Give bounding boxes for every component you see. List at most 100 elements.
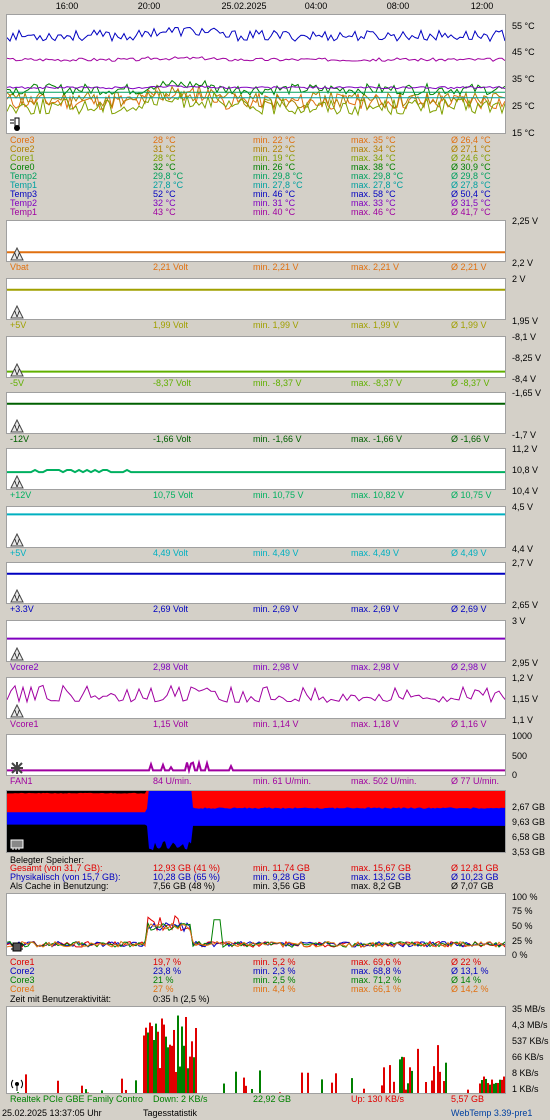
fan-plot (7, 759, 505, 775)
network-bar (489, 1084, 491, 1093)
voltage-current: -8,37 Volt (153, 378, 192, 388)
cpu-scale-label: 0 % (512, 950, 528, 960)
voltage-avg: Ø 4,49 V (451, 548, 487, 558)
svg-text:V: V (14, 652, 20, 661)
time-tick: 20:00 (137, 1, 161, 11)
network-bar (143, 1035, 145, 1093)
voltage-current: 4,49 Volt (153, 548, 189, 558)
voltage-current: 2,69 Volt (153, 604, 189, 614)
voltage-scale-label: 10,4 V (512, 486, 539, 496)
network-bar (381, 1085, 383, 1093)
network-bar (179, 1066, 181, 1093)
network-down: Down: 2 KB/s (153, 1094, 208, 1104)
voltage-max: max. 2,21 V (351, 262, 400, 272)
network-graph (6, 1006, 506, 1094)
voltage-graph-4: V (6, 448, 506, 490)
footer-version[interactable]: WebTemp 3.39-pre1 (451, 1108, 532, 1118)
svg-text:V: V (14, 480, 20, 489)
voltage-plot (7, 251, 505, 254)
network-bar (503, 1076, 505, 1093)
time-tick: 16:00 (55, 1, 79, 11)
network-bar (183, 1045, 185, 1093)
fan-graph (6, 734, 506, 776)
svg-text:V: V (14, 310, 20, 319)
voltage-scale-label: 1,95 V (512, 316, 539, 326)
network-bar (495, 1082, 497, 1093)
voltage-name: +3.3V (10, 604, 34, 614)
network-bar (443, 1081, 445, 1093)
voltage-name: +5V (10, 320, 27, 330)
network-bar (479, 1083, 481, 1093)
network-adapter-name: Realtek PCIe GBE Family Contro (10, 1094, 144, 1104)
network-bar (437, 1045, 439, 1093)
footer-mode: Tagesstatistik (143, 1108, 198, 1118)
network-bar (121, 1078, 123, 1093)
voltage-warning-icon: V (10, 363, 24, 377)
voltage-graph-3: V (6, 392, 506, 434)
voltage-scale-label: 2,25 V (512, 216, 539, 226)
voltage-max: max. 10,82 V (351, 490, 405, 500)
voltage-avg: Ø 10,75 V (451, 490, 492, 500)
network-bar (403, 1057, 405, 1093)
fan-name: FAN1 (10, 776, 33, 786)
voltage-max: max. 4,49 V (351, 548, 400, 558)
voltage-scale-label: 2,2 V (512, 258, 534, 268)
network-bar (163, 1024, 165, 1093)
network-up: Up: 130 KB/s (351, 1094, 405, 1104)
voltage-scale-label: -8,4 V (512, 374, 537, 384)
memory-graph (6, 790, 506, 853)
network-bar (307, 1072, 309, 1093)
voltage-row: Vcore2 2,98 Volt min. 2,98 V max. 2,98 V Ø 2… (10, 663, 500, 672)
voltage-scale-label: 4,5 V (512, 502, 534, 512)
network-bar (149, 1022, 151, 1093)
voltage-graph-0: V (6, 220, 506, 262)
voltage-plot (7, 637, 505, 640)
network-bar (25, 1074, 27, 1093)
voltage-row: +5V 4,49 Volt min. 4,49 V max. 4,49 V Ø 4,49… (10, 549, 500, 558)
voltage-plot (7, 370, 505, 373)
temperature-graph (6, 14, 506, 134)
temp-scale-label: 25 °C (512, 101, 535, 111)
network-antenna-icon (10, 1077, 24, 1091)
memory-min: min. 3,56 GB (253, 881, 306, 891)
voltage-current: -1,66 Volt (153, 434, 192, 444)
mem-scale-label: 2,67 GB (512, 802, 546, 812)
voltage-scale-label: 4,4 V (512, 544, 534, 554)
voltage-row: -5V -8,37 Volt min. -8,37 V max. -8,37 V Ø -… (10, 379, 500, 388)
network-bar (351, 1078, 353, 1093)
network-bar (185, 1016, 187, 1093)
temp-scale-label: 35 °C (512, 74, 535, 84)
fan-min: min. 61 U/min. (253, 776, 312, 786)
svg-text:V: V (14, 424, 20, 433)
voltage-min: min. 10,75 V (253, 490, 304, 500)
network-bar (191, 1041, 193, 1093)
voltage-scale-label: 2 V (512, 274, 526, 284)
activity-label: Zeit mit Benutzeraktivität: (10, 994, 112, 1004)
network-bar (399, 1059, 401, 1093)
memory-chip-icon (10, 837, 24, 851)
network-bar (485, 1078, 487, 1093)
network-bar (481, 1080, 483, 1093)
memory-current: 7,56 GB (48 %) (153, 881, 216, 891)
voltage-name: -12V (10, 434, 30, 444)
cpu-graph (6, 893, 506, 956)
voltage-min: min. 1,99 V (253, 320, 299, 330)
footer: 25.02.2025 13:37:05 Uhr Tagesstatistik W… (0, 1107, 550, 1120)
voltage-max: max. 1,18 V (351, 719, 400, 729)
fan-icon (10, 761, 24, 775)
fan-row: FAN1 84 U/min. min. 61 U/min. max. 502 U… (10, 777, 500, 786)
net-scale-label: 8 KB/s (512, 1068, 539, 1078)
voltage-scale-label: -1,65 V (512, 388, 542, 398)
network-bar (389, 1065, 391, 1093)
network-bar (301, 1072, 303, 1093)
voltage-name: Vcore1 (10, 719, 39, 729)
network-bar (487, 1083, 489, 1093)
temp-current: 43 °C (153, 207, 176, 217)
cpu-avg: Ø 14,2 % (451, 984, 489, 994)
memory-avg: Ø 7,07 GB (451, 881, 494, 891)
network-bar (195, 1027, 197, 1093)
cpu-scale-label: 50 % (512, 921, 533, 931)
network-bar (259, 1070, 261, 1093)
network-bar (173, 1029, 175, 1093)
voltage-max: max. -8,37 V (351, 378, 403, 388)
